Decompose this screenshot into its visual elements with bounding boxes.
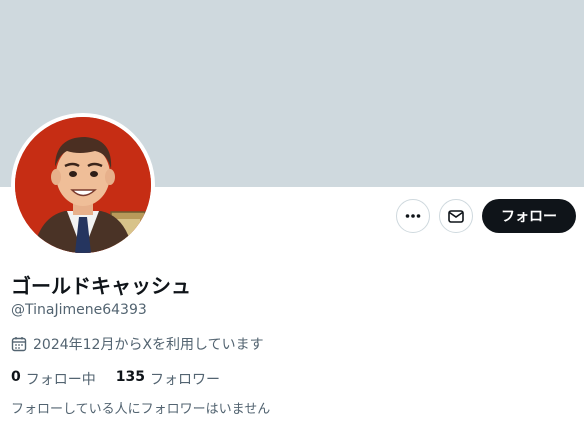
followers-link[interactable]: 135 フォロワー: [116, 369, 220, 389]
follow-stats: 0 フォロー中 135 フォロワー: [11, 369, 220, 389]
followers-label: フォロワー: [149, 372, 220, 388]
more-button[interactable]: [396, 199, 430, 233]
joined-text: 2024年12月からXを利用しています: [33, 337, 264, 353]
following-label: フォロー中: [25, 372, 96, 388]
avatar-illustration: [15, 117, 151, 253]
following-link[interactable]: 0 フォロー中: [11, 369, 96, 389]
calendar-icon: [11, 336, 27, 352]
display-name: ゴールドキャッシュ: [11, 274, 191, 298]
profile-actions: フォロー: [396, 199, 576, 233]
envelope-icon: [448, 210, 464, 223]
followers-count: 135: [115, 369, 145, 385]
message-button[interactable]: [439, 199, 473, 233]
following-count: 0: [11, 369, 21, 385]
more-horizontal-icon: [405, 214, 421, 218]
user-handle: @TinaJimene64393: [11, 302, 147, 318]
profile-avatar[interactable]: [11, 113, 155, 257]
follow-button[interactable]: フォロー: [482, 199, 576, 233]
followed-by-note: フォローしている人にフォロワーはいません: [11, 402, 271, 417]
joined-date: 2024年12月からXを利用しています: [11, 334, 264, 354]
